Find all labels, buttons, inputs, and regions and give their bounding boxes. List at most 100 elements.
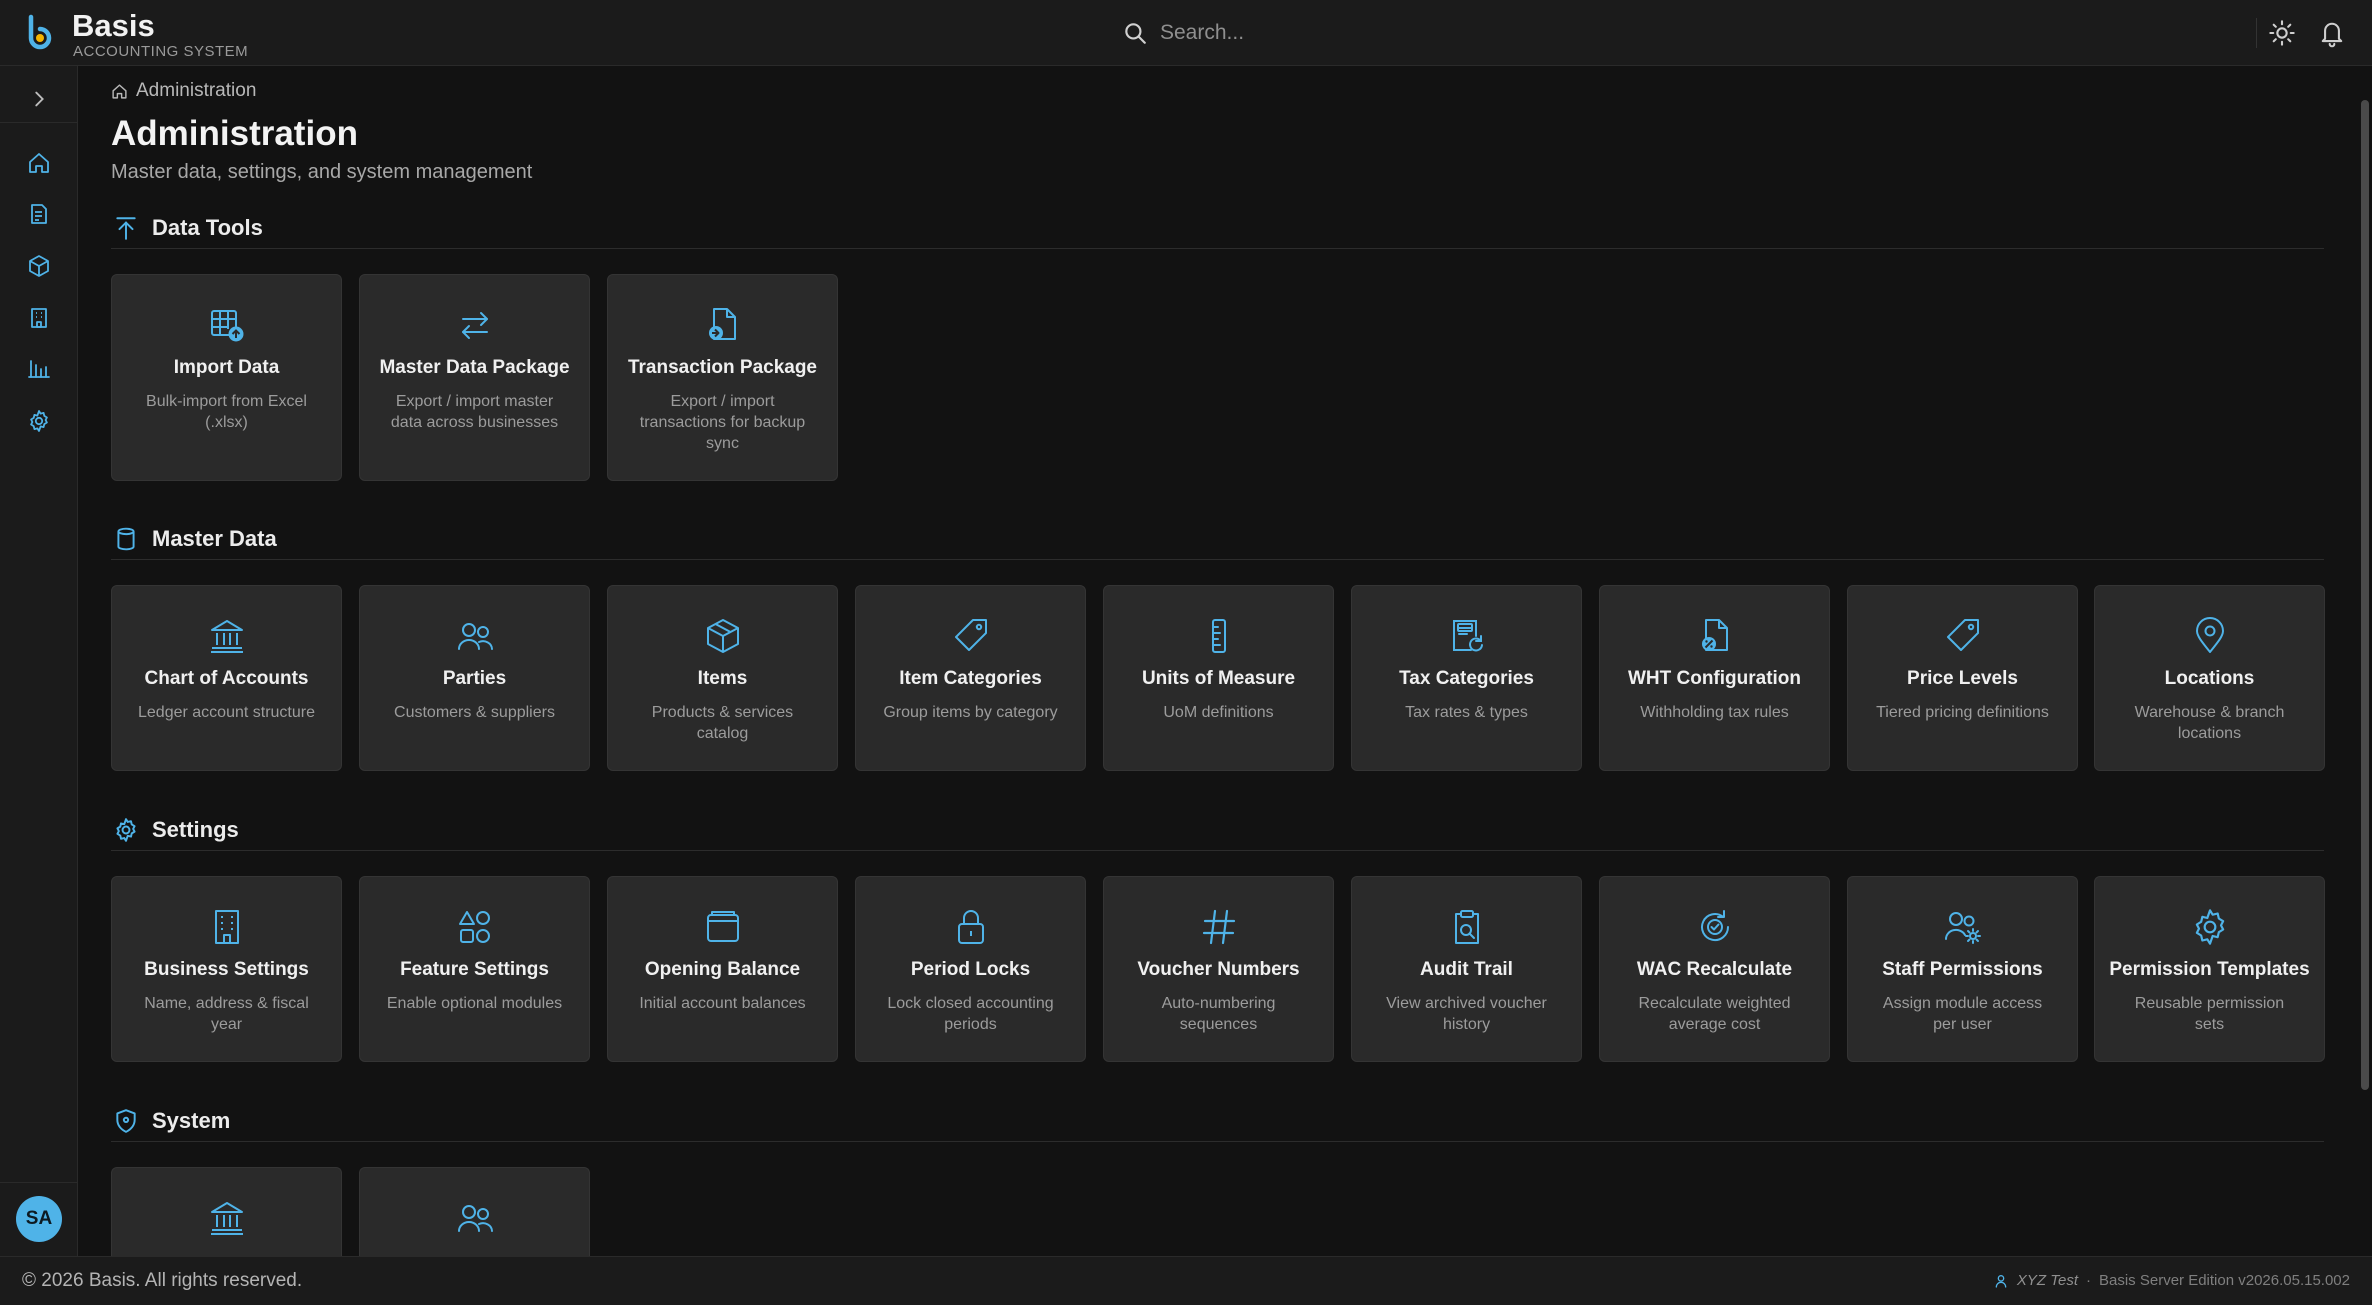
table-import-icon	[210, 310, 243, 342]
card-audit-trail[interactable]: Audit Trail View archived voucher histor…	[1351, 876, 1582, 1062]
breadcrumb-current: Administration	[136, 80, 257, 101]
sidebar-divider	[0, 1182, 78, 1183]
card-voucher-numbers[interactable]: Voucher Numbers Auto-numbering sequences	[1103, 876, 1334, 1062]
basis-logo-icon[interactable]	[22, 14, 58, 50]
copyright-text: © 2026 Basis. All rights reserved.	[22, 1270, 303, 1291]
card-wht-configuration[interactable]: WHT Configuration Withholding tax rules	[1599, 585, 1830, 771]
scrollbar-thumb[interactable]	[2361, 100, 2369, 1090]
card-permission-templates[interactable]: Permission Templates Reusable permission…	[2094, 876, 2325, 1062]
card-business-settings[interactable]: Business Settings Name, address & fiscal…	[111, 876, 342, 1062]
card-title: Staff Permissions	[1882, 959, 2043, 980]
section-settings: Settings	[111, 809, 2324, 851]
sidebar-item-analytics[interactable]	[24, 354, 54, 384]
bell-icon[interactable]	[2318, 18, 2346, 48]
card-title: Price Levels	[1907, 668, 2018, 689]
users-icon	[457, 1205, 493, 1232]
sidebar	[0, 66, 78, 1256]
bank-icon	[210, 620, 243, 653]
card-import-data[interactable]: Import Data Bulk-import from Excel (.xls…	[111, 274, 342, 481]
search-input[interactable]	[1160, 14, 1720, 52]
card-description: View archived voucher history	[1386, 995, 1547, 1033]
bank-icon	[210, 1202, 243, 1235]
card-title: Permission Templates	[2109, 959, 2310, 980]
footer-info: XYZ Test · Basis Server Edition v2026.05…	[1993, 1272, 2350, 1289]
sun-icon[interactable]	[2268, 19, 2296, 47]
box-icon	[706, 619, 739, 653]
refresh-check-icon	[1700, 910, 1729, 942]
card-parties[interactable]: Parties Customers & suppliers	[359, 585, 590, 771]
card-staff-permissions[interactable]: Staff Permissions Assign module access p…	[1847, 876, 2078, 1062]
card-wac-recalculate[interactable]: WAC Recalculate Recalculate weighted ave…	[1599, 876, 1830, 1062]
card-description: Products & services catalog	[651, 704, 794, 742]
home-icon	[29, 153, 49, 173]
card-opening-balance[interactable]: Opening Balance Initial account balances	[607, 876, 838, 1062]
card-description: Withholding tax rules	[1640, 704, 1789, 721]
card-title: Item Categories	[899, 668, 1042, 689]
page-subtitle: Master data, settings, and system manage…	[111, 161, 533, 183]
lock-icon	[957, 910, 984, 944]
map-pin-icon	[2195, 617, 2224, 653]
file-percent-icon	[1701, 619, 1728, 651]
card-title: Units of Measure	[1141, 668, 1296, 689]
card-price-levels[interactable]: Price Levels Tiered pricing definitions	[1847, 585, 2078, 771]
card-master-data-package[interactable]: Master Data Package Export / import mast…	[359, 274, 590, 481]
user-icon	[1995, 1274, 2007, 1288]
card-description: Tiered pricing definitions	[1876, 704, 2049, 721]
card-item-categories[interactable]: Item Categories Group items by category	[855, 585, 1086, 771]
card-units-of-measure[interactable]: Units of Measure UoM definitions	[1103, 585, 1334, 771]
wallet-icon	[706, 911, 739, 942]
building-icon	[31, 308, 47, 328]
footer-separator: ·	[2086, 1272, 2091, 1289]
box-icon	[29, 255, 49, 277]
card-description: Initial account balances	[639, 995, 806, 1012]
card-tax-categories[interactable]: Tax Categories Tax rates & types	[1351, 585, 1582, 771]
card-locations[interactable]: Locations Warehouse & branch locations	[2094, 585, 2325, 771]
card-description: Assign module access per user	[1882, 995, 2043, 1033]
card-items[interactable]: Items Products & services catalog	[607, 585, 838, 771]
card-description: Recalculate weighted average cost	[1638, 995, 1791, 1033]
toolbar-divider	[2256, 18, 2257, 48]
card-description: Auto-numbering sequences	[1161, 995, 1276, 1033]
users-icon	[457, 623, 493, 650]
section-data-tools: Data Tools	[111, 207, 2324, 249]
card-description: Tax rates & types	[1405, 704, 1528, 721]
shield-icon	[116, 1108, 136, 1133]
bar-chart-icon	[28, 360, 50, 378]
sidebar-item-inventory[interactable]	[24, 251, 54, 281]
card-feature-settings[interactable]: Feature Settings Enable optional modules	[359, 876, 590, 1062]
top-bar: Basis ACCOUNTING SYSTEM	[0, 0, 2372, 66]
card-system-businesses[interactable]	[111, 1167, 342, 1256]
card-description: Lock closed accounting periods	[887, 995, 1054, 1033]
clipboard-search-icon	[1454, 910, 1479, 944]
card-title: Transaction Package	[627, 357, 818, 378]
card-description: Bulk-import from Excel (.xlsx)	[146, 393, 307, 431]
footer-edition: Basis Server Edition v2026.05.15.002	[2099, 1272, 2350, 1289]
sidebar-item-reports[interactable]	[24, 303, 54, 333]
hash-icon	[1202, 909, 1235, 945]
shapes-icon	[458, 911, 490, 943]
avatar[interactable]: SA	[16, 1196, 62, 1242]
card-title: Import Data	[173, 357, 280, 378]
card-description: Export / import transactions for backup …	[639, 393, 806, 452]
building-icon	[214, 910, 239, 944]
search-icon	[1125, 23, 1146, 44]
file-arrow-icon	[708, 308, 736, 340]
card-period-locks[interactable]: Period Locks Lock closed accounting peri…	[855, 876, 1086, 1062]
tag-icon	[954, 619, 987, 651]
ruler-icon	[1211, 619, 1226, 653]
card-description: Name, address & fiscal year	[144, 995, 309, 1033]
sidebar-item-administration[interactable]	[24, 406, 54, 436]
card-chart-of-accounts[interactable]: Chart of Accounts Ledger account structu…	[111, 585, 342, 771]
sidebar-expand-button[interactable]	[24, 84, 54, 114]
breadcrumb: Administration	[111, 80, 256, 102]
card-system-users[interactable]	[359, 1167, 590, 1256]
footer-user: XYZ Test	[2016, 1272, 2078, 1289]
card-description: UoM definitions	[1163, 704, 1274, 721]
card-transaction-package[interactable]: Transaction Package Export / import tran…	[607, 274, 838, 481]
home-icon[interactable]	[111, 83, 128, 100]
sidebar-item-home[interactable]	[24, 148, 54, 178]
card-title: WAC Recalculate	[1636, 959, 1793, 980]
page-title: Administration	[111, 114, 358, 153]
sidebar-item-vouchers[interactable]	[24, 199, 54, 229]
card-description: Reusable permission sets	[2134, 995, 2285, 1033]
